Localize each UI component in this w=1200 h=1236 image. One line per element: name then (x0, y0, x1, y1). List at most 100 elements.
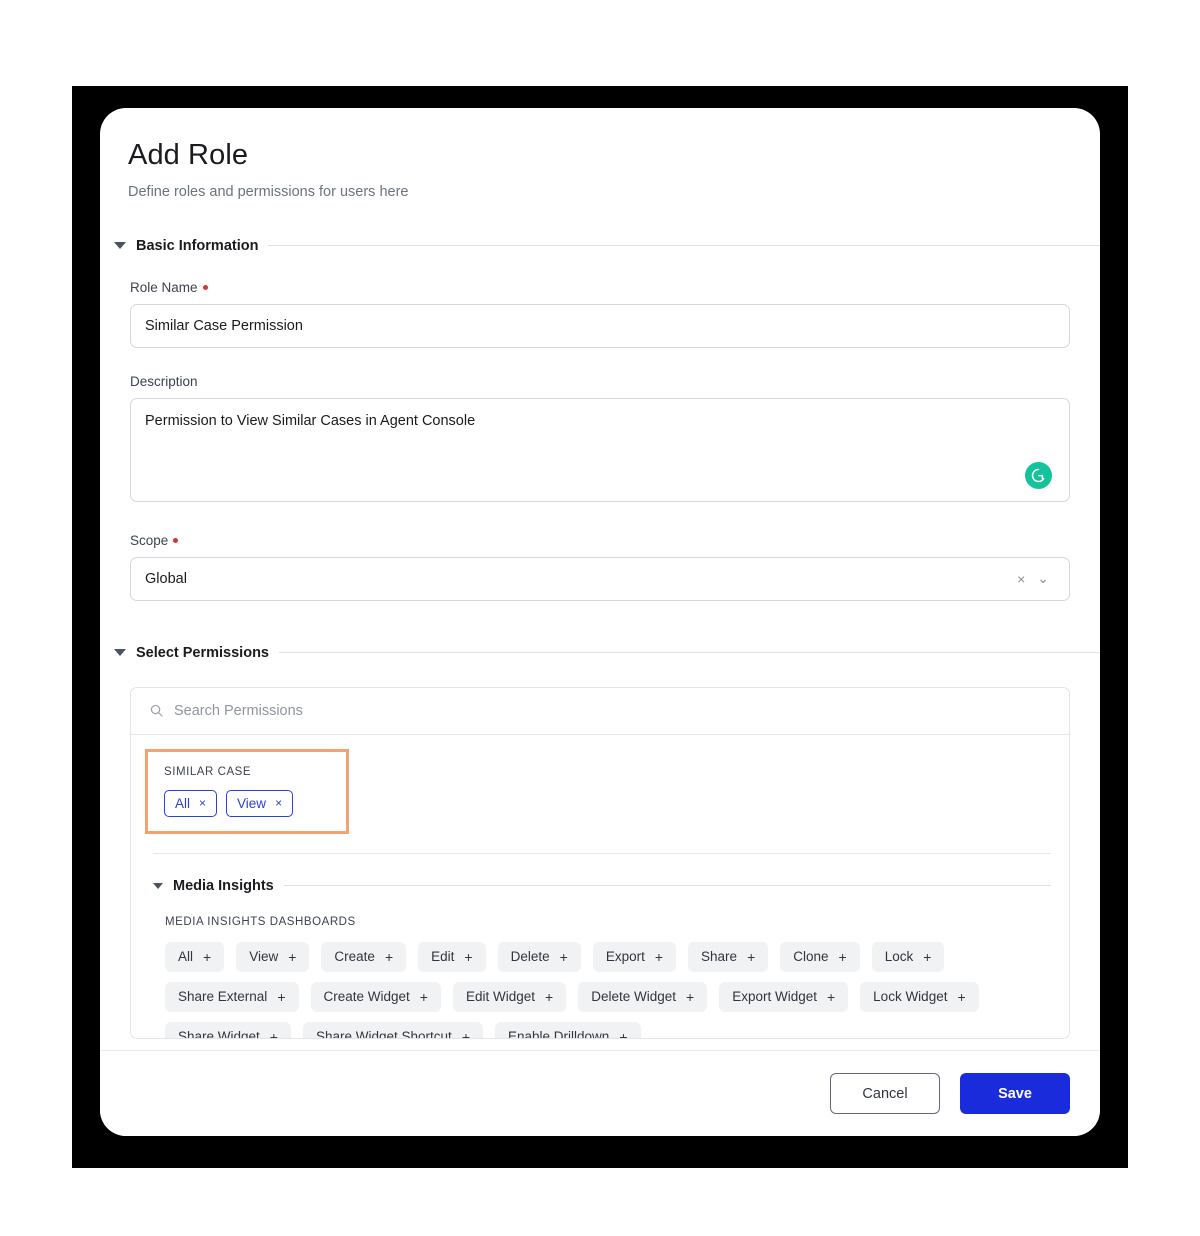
chip-label: Edit Widget (465, 989, 536, 1005)
chip-add-create-widget[interactable]: Create Widget + (310, 981, 441, 1012)
add-icon[interactable]: + (655, 950, 663, 964)
remove-icon[interactable]: × (199, 797, 206, 809)
chip-add-lock[interactable]: Lock + (871, 941, 945, 972)
add-icon[interactable]: + (923, 950, 931, 964)
add-icon[interactable]: + (545, 990, 553, 1004)
chevron-down-icon[interactable]: ⌄ (1031, 570, 1055, 587)
scope-label: Scope (130, 533, 1070, 548)
chip-label: Enable Drilldown (508, 1029, 610, 1039)
section-divider (268, 245, 1100, 247)
scope-label-text: Scope (130, 532, 169, 548)
search-permissions-input[interactable] (174, 702, 1051, 719)
description-label: Description (130, 374, 1070, 389)
page-title: Add Role (128, 139, 249, 171)
chip-label: All (175, 795, 191, 811)
permissions-panel: SIMILAR CASE All × View × Media Insights (130, 686, 1070, 1039)
subsection-media-insights[interactable]: Media Insights (153, 878, 1051, 894)
role-name-label-text: Role Name (130, 279, 198, 295)
chip-add-export[interactable]: Export + (592, 941, 677, 972)
basic-information-form: Role Name Description Permission to View… (100, 280, 1100, 601)
add-icon[interactable]: + (277, 990, 285, 1004)
field-scope: Scope Global × ⌄ (130, 533, 1070, 601)
modal-header: Add Role Define roles and permissions fo… (100, 108, 1100, 200)
permission-group-media-insights-dashboards: MEDIA INSIGHTS DASHBOARDS All + View + Creat… (165, 915, 1051, 1039)
add-icon[interactable]: + (560, 950, 568, 964)
scope-selected-value: Global (145, 570, 187, 587)
add-icon[interactable]: + (420, 990, 428, 1004)
section-basic-information[interactable]: Basic Information (100, 238, 1100, 254)
add-icon[interactable]: + (464, 950, 472, 964)
description-wrapper: Permission to View Similar Cases in Agen… (130, 397, 1070, 507)
chevron-down-icon[interactable] (114, 649, 126, 657)
chip-add-clone[interactable]: Clone + (780, 941, 860, 972)
chip-label: View (237, 795, 267, 811)
field-role-name: Role Name (130, 280, 1070, 348)
role-name-label: Role Name (130, 280, 1070, 295)
add-icon[interactable]: + (270, 1030, 278, 1038)
add-icon[interactable]: + (747, 950, 755, 964)
chip-label: Delete (510, 949, 550, 965)
chip-label: All (178, 949, 194, 965)
scope-select[interactable]: Global × ⌄ (130, 556, 1070, 601)
chip-selected-view[interactable]: View × (226, 789, 294, 817)
modal-footer: Cancel Save (100, 1050, 1100, 1136)
role-name-input[interactable] (130, 303, 1070, 348)
clear-icon[interactable]: × (1011, 571, 1031, 587)
description-label-text: Description (130, 373, 198, 389)
field-description: Description Permission to View Similar C… (130, 374, 1070, 507)
chip-add-delete[interactable]: Delete + (497, 941, 581, 972)
chip-add-share-widget[interactable]: Share Widget + (165, 1021, 291, 1039)
page-subtitle: Define roles and permissions for users h… (128, 183, 409, 200)
chip-add-share[interactable]: Share + (688, 941, 769, 972)
add-icon[interactable]: + (827, 990, 835, 1004)
section-title-basic-information: Basic Information (136, 237, 259, 254)
permissions-body: SIMILAR CASE All × View × Media Insights (131, 748, 1069, 1039)
permission-group-similar-case: SIMILAR CASE All × View × (145, 748, 349, 834)
chip-add-edit-widget[interactable]: Edit Widget + (452, 981, 567, 1012)
chip-label: View (249, 949, 279, 965)
chip-label: Create Widget (323, 989, 410, 1005)
add-icon[interactable]: + (203, 950, 211, 964)
remove-icon[interactable]: × (275, 797, 282, 809)
add-icon[interactable]: + (686, 990, 694, 1004)
chip-label: Edit (431, 949, 455, 965)
chip-add-share-widget-shortcut[interactable]: Share Widget Shortcut + (302, 1021, 483, 1039)
add-icon[interactable]: + (957, 990, 965, 1004)
add-icon[interactable]: + (839, 950, 847, 964)
chip-add-view[interactable]: View + (236, 941, 310, 972)
chip-add-create[interactable]: Create + (321, 941, 407, 972)
search-icon (149, 703, 164, 718)
add-icon[interactable]: + (385, 950, 393, 964)
grammarly-icon[interactable] (1025, 461, 1052, 489)
add-icon[interactable]: + (619, 1030, 627, 1038)
group-label-similar-case: SIMILAR CASE (164, 765, 252, 778)
chip-add-all[interactable]: All + (165, 941, 225, 972)
chip-add-lock-widget[interactable]: Lock Widget + (860, 981, 979, 1012)
chip-label: Share Widget Shortcut (315, 1029, 452, 1039)
chip-add-edit[interactable]: Edit + (418, 941, 486, 972)
section-divider (279, 652, 1100, 654)
chip-add-enable-drilldown[interactable]: Enable Drilldown + (495, 1021, 641, 1039)
chip-label: Share Widget (178, 1029, 260, 1039)
chip-add-export-widget[interactable]: Export Widget + (719, 981, 849, 1012)
add-icon[interactable]: + (288, 950, 296, 964)
media-insights-chip-grid: All + View + Create + Edit + Delete + Export + Share… (165, 941, 1051, 1039)
subsection-divider (283, 885, 1051, 887)
chevron-down-icon[interactable] (114, 242, 126, 250)
chevron-down-icon[interactable] (153, 882, 163, 889)
subsection-title-media-insights: Media Insights (173, 877, 274, 894)
section-select-permissions[interactable]: Select Permissions (100, 645, 1100, 661)
save-button[interactable]: Save (960, 1073, 1070, 1114)
chip-add-delete-widget[interactable]: Delete Widget + (578, 981, 708, 1012)
chip-add-share-external[interactable]: Share External + (165, 981, 299, 1012)
chip-label: Create (334, 949, 375, 965)
chip-label: Clone (793, 949, 829, 965)
section-title-select-permissions: Select Permissions (136, 644, 269, 661)
chip-selected-all[interactable]: All × (164, 789, 218, 817)
chip-label: Delete Widget (591, 989, 676, 1005)
group-label-media-insights-dashboards: MEDIA INSIGHTS DASHBOARDS (165, 915, 356, 928)
add-icon[interactable]: + (462, 1030, 470, 1038)
cancel-button[interactable]: Cancel (830, 1073, 940, 1114)
description-textarea[interactable]: Permission to View Similar Cases in Agen… (130, 397, 1070, 502)
chip-label: Lock Widget (873, 989, 948, 1005)
